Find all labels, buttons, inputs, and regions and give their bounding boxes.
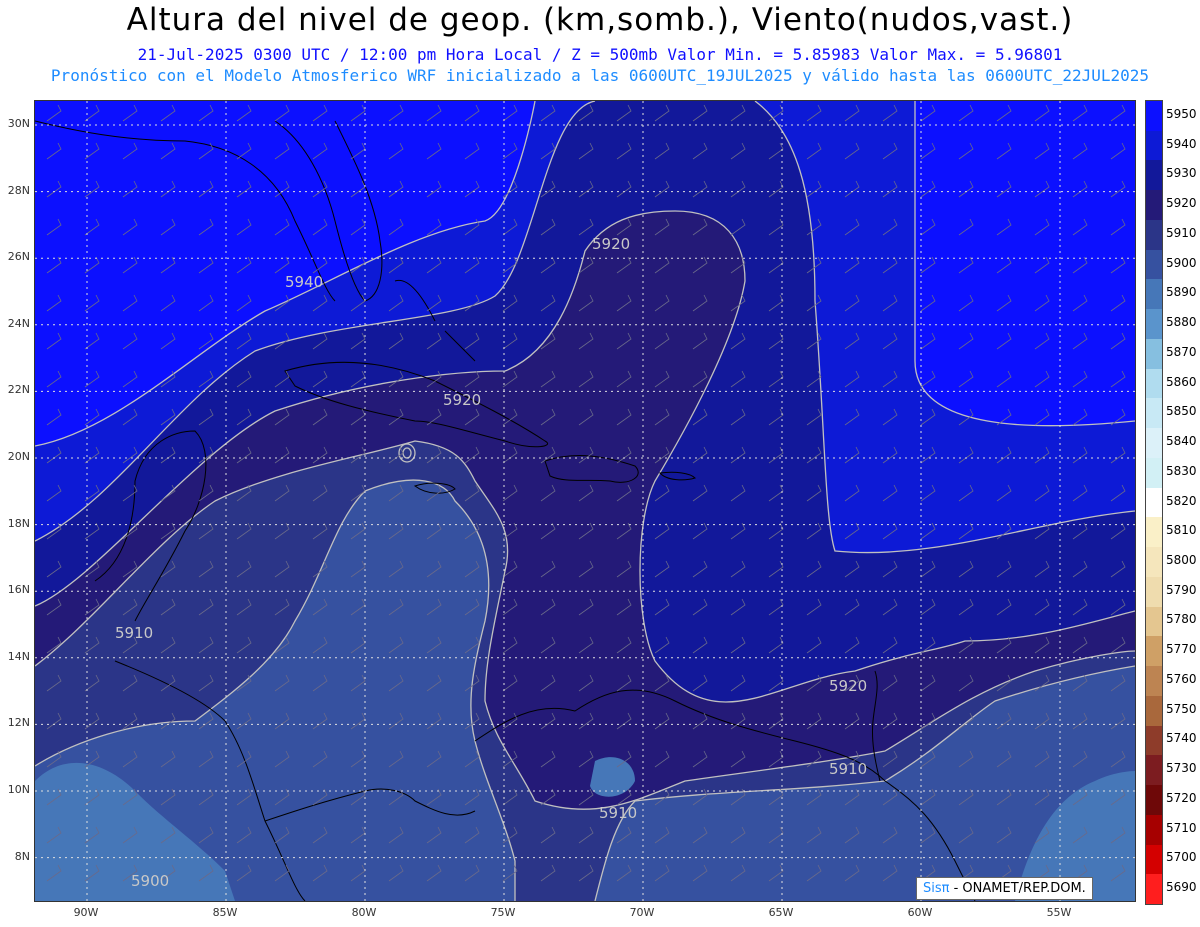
map-title: Altura del nivel de geop. (km,somb.), Vi…: [126, 2, 1074, 38]
lat-label: 24N: [7, 316, 30, 330]
lat-label: 14N: [7, 649, 30, 663]
contour-label-5910-west: 5910: [115, 624, 153, 642]
colorbar-level-label: 5780: [1166, 612, 1197, 627]
colorbar-level-label: 5730: [1166, 761, 1197, 776]
colorbar-level-label: 5940: [1166, 136, 1197, 151]
colorbar-level-label: 5700: [1166, 850, 1197, 865]
colorbar-cell: [1146, 398, 1162, 429]
colorbar-cell: [1146, 457, 1162, 489]
lon-label: 65W: [768, 906, 794, 919]
lat-label: 30N: [7, 117, 30, 130]
colorbar-cell: [1146, 517, 1162, 548]
contour-label-5920-east: 5920: [829, 677, 867, 695]
colorbar-cell: [1146, 487, 1162, 518]
colorbar-level-label: 5800: [1166, 552, 1197, 567]
colorbar-cell: [1146, 576, 1162, 608]
colorbar-cell: [1146, 249, 1162, 280]
contour-label-5910-east: 5910: [829, 760, 867, 778]
map-subtitle: 21-Jul-2025 0300 UTC / 12:00 pm Hora Loc…: [137, 45, 1063, 64]
lon-label: 80W: [351, 906, 377, 919]
lat-label: 8N: [14, 849, 30, 863]
colorbar-cell: [1146, 160, 1162, 191]
colorbar-cell: [1146, 219, 1162, 251]
colorbar-level-label: 5830: [1166, 463, 1197, 478]
map-area[interactable]: 5940 5920 5920 5920 5910 5910 5910 5900: [34, 100, 1136, 902]
lat-label: 26N: [7, 250, 30, 264]
colorbar-level-label: 5900: [1166, 255, 1197, 270]
lon-label: 75W: [490, 906, 516, 919]
colorbar-level-label: 5870: [1166, 344, 1197, 359]
lat-label: 10N: [7, 783, 30, 796]
lat-label: 22N: [7, 383, 30, 397]
colorbar-cell: [1146, 547, 1162, 578]
lat-label: 20N: [7, 450, 30, 463]
colorbar-cell: [1146, 368, 1162, 399]
lon-label: 55W: [1046, 906, 1072, 919]
lon-label: 90W: [73, 906, 99, 919]
colorbar-cell: [1146, 695, 1162, 727]
colorbar-level-label: 5930: [1166, 166, 1197, 181]
colorbar-level-label: 5850: [1166, 404, 1197, 419]
colorbar-level-label: 5790: [1166, 582, 1197, 597]
colorbar-level-label: 5920: [1166, 196, 1197, 211]
forecast-note: Pronóstico con el Modelo Atmosferico WRF…: [50, 66, 1150, 85]
logo-sis: Sisπ: [923, 881, 950, 896]
colorbar-cell: [1146, 755, 1162, 786]
contour-label-5940: 5940: [285, 273, 323, 291]
colorbar-level-label: 5740: [1166, 731, 1197, 746]
colorbar-level-label: 5760: [1166, 671, 1197, 686]
onamet-logo: Sisπ - ONAMET/REP.DOM.: [916, 877, 1093, 900]
colorbar-cell: [1146, 338, 1162, 370]
colorbar-level-label: 5890: [1166, 285, 1197, 300]
colorbar-cell: [1146, 606, 1162, 637]
map-canvas: 5940 5920 5920 5920 5910 5910 5910 5900: [35, 101, 1135, 901]
colorbar-cell: [1146, 874, 1162, 905]
colorbar-level-label: 5910: [1166, 225, 1197, 240]
lon-label: 70W: [629, 906, 655, 919]
lat-label: 12N: [7, 716, 30, 730]
colorbar-level-label: 5720: [1166, 790, 1197, 805]
colorbar-level-label: 5840: [1166, 434, 1197, 449]
colorbar-cell: [1146, 725, 1162, 756]
colorbar-cell: [1146, 814, 1162, 845]
colorbar-cell: [1146, 279, 1162, 310]
lat-label: 28N: [7, 183, 30, 197]
colorbar: [1145, 100, 1163, 905]
colorbar-level-label: 5860: [1166, 374, 1197, 389]
colorbar-level-label: 5710: [1166, 820, 1197, 835]
contour-label-5920-north: 5920: [592, 235, 630, 253]
lon-label: 60W: [907, 906, 933, 919]
colorbar-level-label: 5770: [1166, 642, 1197, 657]
colorbar-cell: [1146, 636, 1162, 667]
lat-label: 18N: [7, 516, 30, 530]
colorbar-cell: [1146, 101, 1162, 132]
colorbar-level-label: 5820: [1166, 493, 1197, 508]
colorbar-cell: [1146, 666, 1162, 697]
colorbar-cell: [1146, 130, 1162, 161]
contour-label-5910-south: 5910: [599, 804, 637, 822]
lon-label: 85W: [212, 906, 238, 919]
colorbar-cell: [1146, 309, 1162, 340]
contour-label-5900: 5900: [131, 872, 169, 890]
colorbar-cell: [1146, 785, 1162, 816]
colorbar-cell: [1146, 844, 1162, 875]
contour-label-5920-cuba: 5920: [443, 391, 481, 409]
lat-label: 16N: [7, 583, 30, 597]
colorbar-cell: [1146, 190, 1162, 221]
colorbar-level-label: 5880: [1166, 315, 1197, 330]
colorbar-level-label: 5810: [1166, 523, 1197, 538]
colorbar-level-label: 5750: [1166, 701, 1197, 716]
logo-org: - ONAMET/REP.DOM.: [953, 881, 1086, 896]
colorbar-level-label: 5690: [1166, 880, 1197, 895]
colorbar-cell: [1146, 428, 1162, 459]
colorbar-level-label: 5950: [1166, 106, 1197, 121]
